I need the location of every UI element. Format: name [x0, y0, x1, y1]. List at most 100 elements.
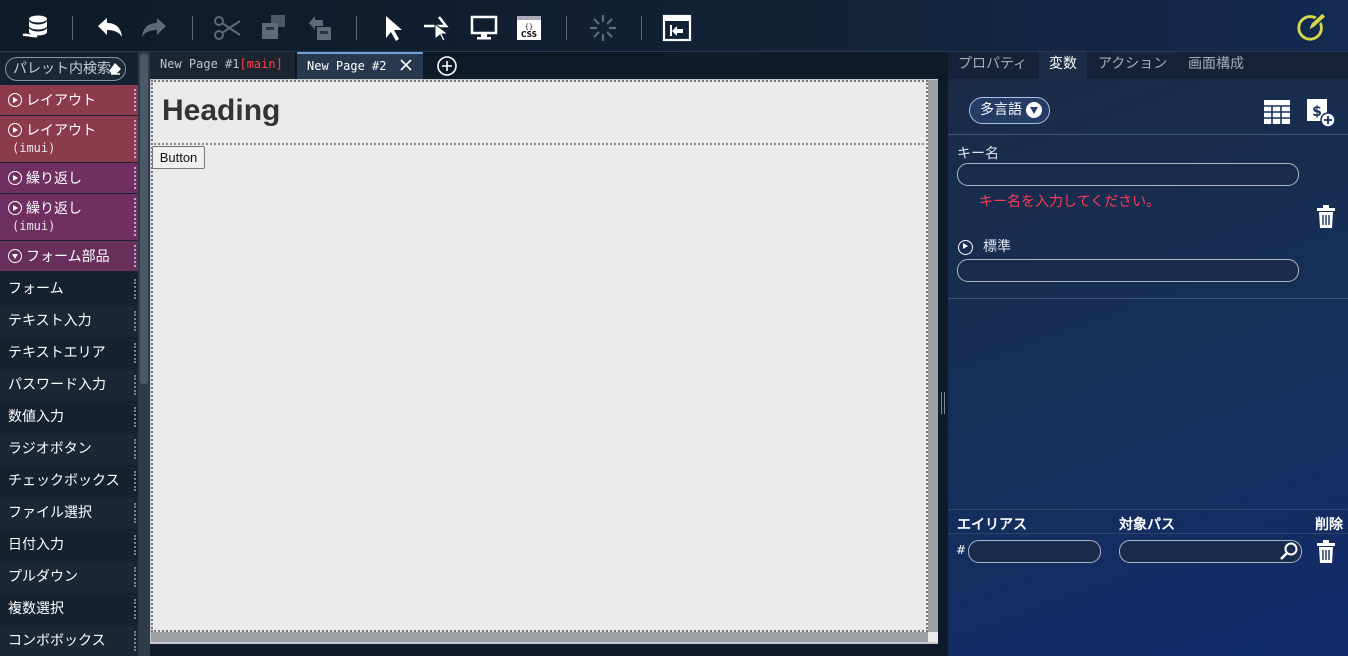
divider — [948, 298, 1348, 299]
spinner-icon[interactable] — [587, 12, 619, 44]
expanded-arrow-icon — [8, 249, 22, 263]
palette-category-form-parts[interactable]: フォーム部品 — [0, 241, 138, 272]
toolbar-separator — [566, 16, 567, 40]
app-logo-icon[interactable] — [20, 12, 52, 44]
css-icon[interactable]: {} CSS — [513, 12, 545, 44]
standard-label: 標準 — [983, 239, 1011, 255]
palette-item[interactable]: フォーム — [0, 273, 138, 305]
multilanguage-button[interactable]: 多言語 — [969, 97, 1050, 124]
category-label: 繰り返し — [26, 201, 82, 217]
palette-item[interactable]: テキストエリア — [0, 337, 138, 369]
canvas-vertical-scrollbar[interactable] — [928, 80, 938, 632]
window-icon[interactable] — [661, 12, 693, 44]
palette-item[interactable]: プルダウン — [0, 561, 138, 593]
key-name-error: キー名を入力してください。 — [979, 194, 1161, 210]
collapsed-arrow-icon — [958, 239, 973, 255]
splitter-grip[interactable] — [941, 392, 945, 414]
component-palette: パレット内検索 レイアウト レイアウト (imui) 繰り返し 繰り返し (im… — [0, 52, 138, 656]
category-sublabel: (imui) — [12, 141, 56, 155]
palette-category-repeat-imui[interactable]: 繰り返し (imui) — [0, 194, 138, 241]
divider — [948, 509, 1348, 510]
select-icon[interactable] — [378, 12, 410, 44]
standard-row[interactable]: 標準 — [958, 236, 1011, 256]
dropdown-arrow-icon — [1026, 102, 1042, 118]
scrollbar-thumb[interactable] — [140, 54, 148, 384]
collapsed-arrow-icon — [8, 93, 22, 107]
standard-input[interactable] — [957, 259, 1299, 282]
collapsed-arrow-icon — [8, 123, 22, 137]
toolbar-separator — [641, 16, 642, 40]
palette-item[interactable]: 数値入力 — [0, 401, 138, 433]
divider — [948, 533, 1348, 534]
trash-icon[interactable] — [1316, 540, 1336, 564]
panel-tabs: プロパティ 変数 アクション 画面構成 — [948, 52, 1348, 79]
palette-item[interactable]: ラジオボタン — [0, 433, 138, 465]
add-tab-icon[interactable] — [436, 55, 458, 77]
tab-label: New Page #1 — [160, 57, 240, 71]
palette-item[interactable]: 日付入力 — [0, 529, 138, 561]
search-icon[interactable] — [1279, 541, 1299, 561]
palette-item[interactable]: ファイル選択 — [0, 497, 138, 529]
collapsed-arrow-icon — [8, 201, 22, 215]
category-label: 繰り返し — [26, 171, 82, 187]
target-path-header: 対象パス — [1119, 517, 1175, 533]
divider — [948, 134, 1348, 135]
palette-item[interactable]: チェックボックス — [0, 465, 138, 497]
category-label: フォーム部品 — [26, 249, 110, 265]
multilanguage-label: 多言語 — [980, 102, 1022, 118]
palette-scrollbar[interactable] — [138, 52, 150, 656]
design-canvas[interactable] — [151, 80, 928, 632]
delete-header: 削除 — [1315, 517, 1343, 533]
key-name-label: キー名 — [957, 146, 999, 162]
palette-item[interactable]: 複数選択 — [0, 593, 138, 625]
svg-text:$: $ — [1312, 104, 1322, 120]
canvas-button[interactable]: Button — [152, 146, 205, 169]
css-label: CSS — [521, 30, 537, 39]
toolbar: {} CSS — [0, 0, 1348, 52]
category-label: レイアウト — [26, 123, 96, 139]
canvas-horizontal-scrollbar[interactable] — [151, 632, 928, 642]
monitor-icon[interactable] — [468, 12, 500, 44]
clear-search-icon[interactable] — [108, 62, 122, 76]
palette-category-repeat[interactable]: 繰り返し — [0, 163, 138, 194]
tab-actions[interactable]: アクション — [1088, 52, 1177, 79]
tab-variables[interactable]: 変数 — [1039, 52, 1087, 79]
add-variable-icon[interactable]: $ — [1306, 98, 1336, 128]
palette-category-layout[interactable]: レイアウト — [0, 85, 138, 116]
category-label: レイアウト — [26, 93, 96, 109]
main-tag: [main] — [239, 57, 283, 71]
redo-icon[interactable] — [138, 12, 170, 44]
trash-icon[interactable] — [1316, 205, 1336, 229]
hover-cursor-icon[interactable] — [422, 12, 454, 44]
tab-label: New Page #2 — [307, 59, 387, 73]
palette-category-layout-imui[interactable]: レイアウト (imui) — [0, 116, 138, 163]
page-heading[interactable]: Heading — [162, 94, 280, 128]
copy-icon[interactable] — [258, 12, 290, 44]
close-icon[interactable] — [399, 58, 413, 72]
table-icon[interactable] — [1263, 99, 1291, 125]
alias-header: エイリアス — [957, 517, 1027, 533]
scrollbar-corner — [928, 632, 938, 642]
toolbar-separator — [356, 16, 357, 40]
undo-icon[interactable] — [94, 12, 126, 44]
collapsed-arrow-icon — [8, 171, 22, 185]
palette-item[interactable]: コンボボックス — [0, 625, 138, 656]
tab-new-page-1[interactable]: New Page #1[main] — [150, 52, 296, 79]
category-sublabel: (imui) — [12, 219, 56, 233]
tab-screen-structure[interactable]: 画面構成 — [1178, 52, 1254, 79]
properties-panel — [948, 52, 1348, 656]
edit-icon[interactable] — [1296, 10, 1328, 42]
toolbar-separator — [72, 16, 73, 40]
toolbar-separator — [192, 16, 193, 40]
paste-icon[interactable] — [304, 12, 336, 44]
page-tabs: New Page #1[main] New Page #2 — [150, 52, 938, 79]
key-name-input[interactable] — [957, 163, 1299, 186]
palette-item[interactable]: パスワード入力 — [0, 369, 138, 401]
palette-item[interactable]: テキスト入力 — [0, 305, 138, 337]
tab-properties[interactable]: プロパティ — [948, 52, 1037, 79]
hash-label: # — [956, 543, 967, 557]
alias-input[interactable] — [968, 540, 1101, 563]
cut-icon[interactable] — [212, 12, 244, 44]
panel-splitter[interactable] — [938, 52, 948, 656]
target-path-input[interactable] — [1119, 540, 1302, 563]
